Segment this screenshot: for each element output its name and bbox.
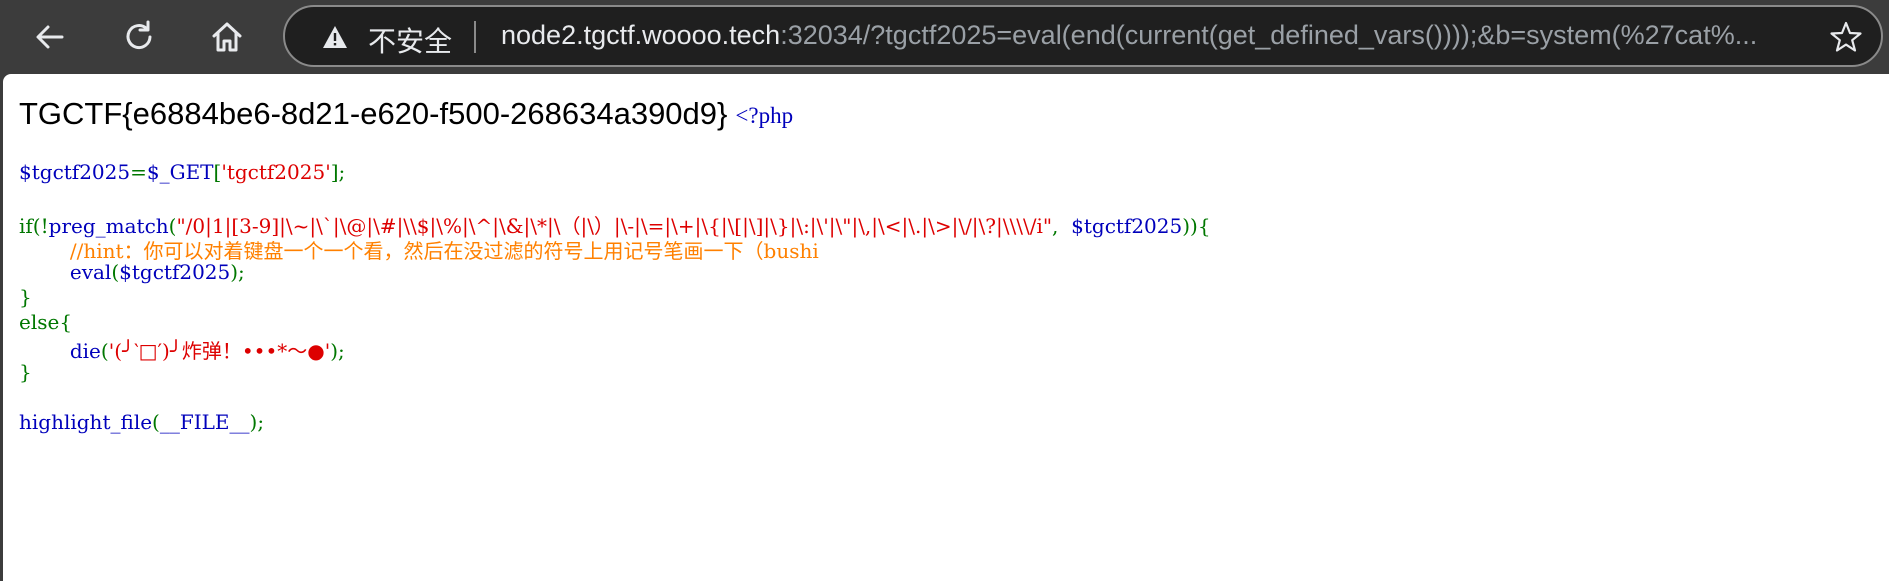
code-punct: ( [152, 410, 160, 434]
code-function: eval [69, 260, 112, 284]
omnibox-divider [474, 21, 476, 53]
code-punct: ); [330, 339, 345, 363]
code-line-9: highlight_file(__FILE__); [19, 410, 264, 434]
url-text[interactable]: node2.tgctf.woooo.tech:32034/?tgctf2025=… [501, 20, 1761, 51]
code-line-4: eval($tgctf2025); [19, 260, 245, 284]
warning-icon[interactable] [322, 25, 348, 49]
back-arrow-icon [36, 25, 64, 49]
url-path: :32034/?tgctf2025=eval(end(current(get_d… [780, 20, 1758, 50]
code-punct: ( [111, 260, 120, 284]
address-bar[interactable]: 不安全 node2.tgctf.woooo.tech:32034/?tgctf2… [283, 5, 1883, 67]
code-punct: } [19, 360, 32, 384]
code-punct: } [19, 285, 32, 309]
star-icon[interactable] [1829, 20, 1863, 54]
code-line-6: else{ [19, 310, 72, 334]
home-icon [212, 22, 242, 52]
home-button[interactable] [203, 13, 251, 61]
code-function: highlight_file [19, 410, 153, 434]
code-function: die [69, 339, 101, 363]
flag-text: TGCTF{e6884be6-8d21-e620-f500-268634a390… [19, 96, 728, 131]
not-secure-label[interactable]: 不安全 [368, 20, 452, 60]
code-line-7: die('(╯‵□′)╯炸弹！•••*～●'); [19, 335, 345, 364]
output-line: TGCTF{e6884be6-8d21-e620-f500-268634a390… [19, 96, 793, 132]
code-constant: __FILE__ [159, 410, 250, 434]
code-var: $tgctf2025 [19, 160, 131, 184]
code-punct: )){ [1182, 214, 1211, 238]
code-punct: ]; [330, 160, 346, 184]
code-line-8: } [19, 360, 32, 384]
php-open-tag: <?php [735, 103, 794, 128]
browser-toolbar: 不安全 node2.tgctf.woooo.tech:32034/?tgctf2… [0, 0, 1889, 74]
page-viewport: TGCTF{e6884be6-8d21-e620-f500-268634a390… [3, 74, 1889, 581]
code-punct: ); [230, 260, 245, 284]
back-button[interactable] [26, 13, 74, 61]
code-line-1: $tgctf2025=$_GET['tgctf2025']; [19, 160, 345, 184]
code-keyword: else{ [19, 310, 73, 334]
url-host: node2.tgctf.woooo.tech [501, 20, 781, 50]
code-punct: ( [100, 339, 109, 363]
code-string: '(╯‵□′)╯炸弹！•••*～●' [108, 339, 331, 363]
code-punct: , [1052, 214, 1072, 238]
reload-button[interactable] [115, 13, 163, 61]
code-var: $tgctf2025 [119, 260, 231, 284]
code-var: $_GET [146, 160, 214, 184]
code-op: = [130, 160, 147, 184]
code-punct: ); [249, 410, 265, 434]
code-line-5: } [19, 285, 32, 309]
code-var: $tgctf2025 [1071, 214, 1183, 238]
reload-icon [126, 20, 152, 50]
code-string: 'tgctf2025' [221, 160, 331, 184]
